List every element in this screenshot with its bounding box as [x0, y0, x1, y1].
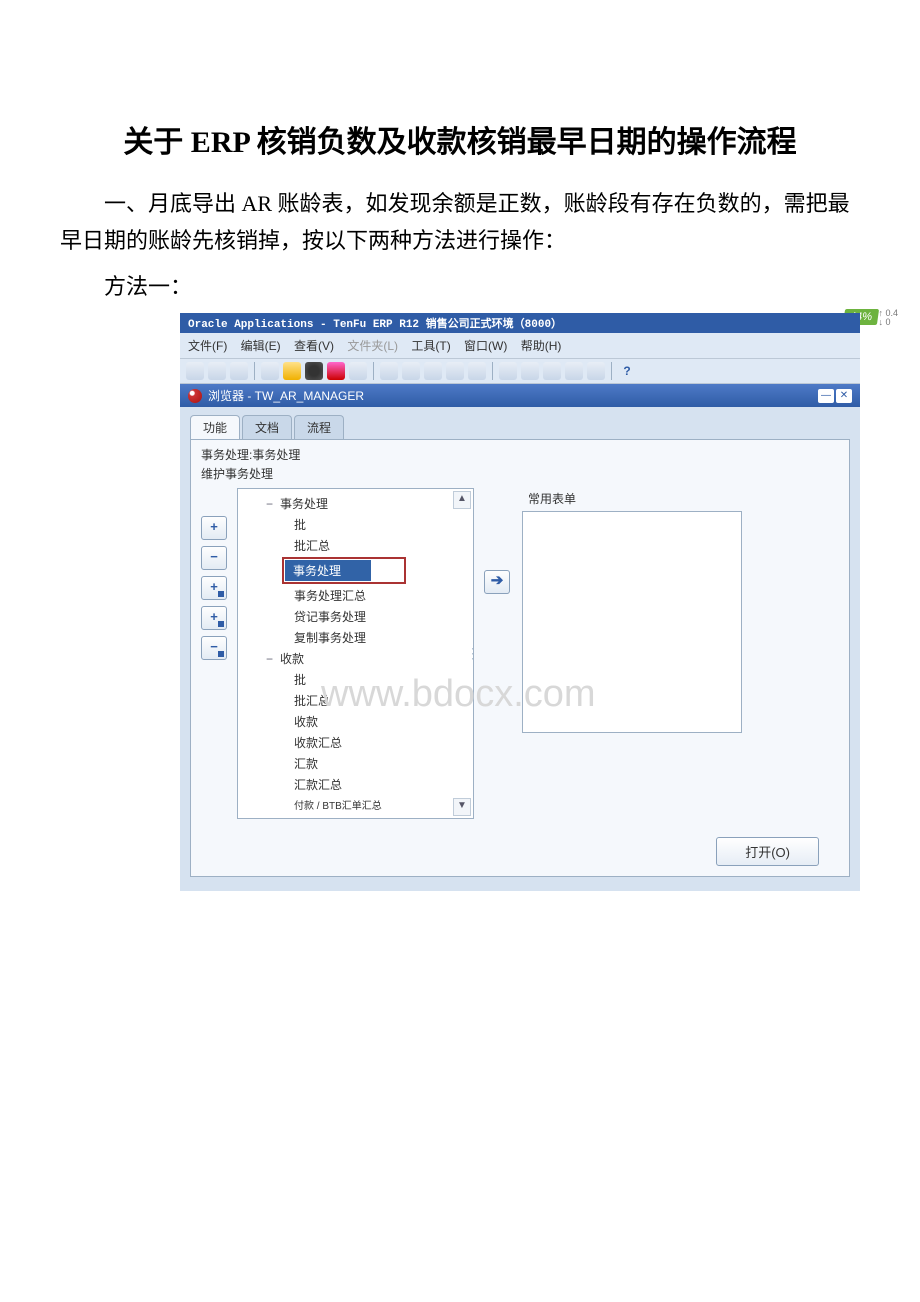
menu-window[interactable]: 窗口(W) [464, 339, 507, 353]
tree-item[interactable]: 汇款 [238, 753, 473, 774]
tree-item[interactable]: 批汇总 [238, 535, 473, 556]
tree-item[interactable]: 贷记事务处理 [238, 606, 473, 627]
cut-icon[interactable] [380, 362, 398, 380]
new-icon[interactable] [186, 362, 204, 380]
favorites-header: 常用表单 [522, 488, 742, 509]
tree-node-receipts[interactable]: −收款 [238, 648, 473, 669]
document-title: 关于 ERP 核销负数及收款核销最早日期的操作流程 [60, 120, 860, 165]
globe-icon [188, 389, 202, 403]
expand-button[interactable]: + [201, 516, 227, 540]
menubar[interactable]: 文件(F) 编辑(E) 查看(V) 文件夹(L) 工具(T) 窗口(W) 帮助(… [180, 333, 860, 359]
embedded-screenshot: ↑ 0.4 ↓ 0 44% Oracle Applications - TenF… [180, 313, 860, 891]
quality-indicator-extra: ↑ 0.4 ↓ 0 [878, 309, 898, 327]
menu-help[interactable]: 帮助(H) [521, 339, 562, 353]
close-form-icon[interactable] [327, 362, 345, 380]
move-right-button[interactable]: ➔ [484, 570, 510, 594]
scroll-up-icon[interactable]: ▲ [453, 491, 471, 509]
help-icon[interactable]: ? [618, 362, 636, 380]
minimize-icon[interactable]: — [818, 389, 834, 403]
tool-icon[interactable] [349, 362, 367, 380]
clear-icon[interactable] [446, 362, 464, 380]
tab-function[interactable]: 功能 [190, 415, 240, 439]
tree-item-selected[interactable]: 事务处理 [285, 560, 371, 581]
tree-item[interactable]: 收款 [238, 711, 473, 732]
app-titlebar: Oracle Applications - TenFu ERP R12 销售公司… [180, 313, 860, 333]
browser-window-header: 浏览器 - TW_AR_MANAGER — ✕ [180, 384, 860, 407]
tree-item[interactable]: 收款汇总 [238, 732, 473, 753]
scroll-down-icon[interactable]: ▼ [453, 798, 471, 816]
paragraph-intro: 一、月底导出 AR 账龄表，如发现余额是正数，账龄段有存在负数的，需把最早日期的… [60, 185, 860, 260]
collapse-button[interactable]: − [201, 546, 227, 570]
function-tree[interactable]: ▲ −事务处理 批 批汇总 事务处理 事务处理汇总 贷记事务处理 复制事务处理 … [237, 488, 474, 819]
tree-item[interactable]: 事务处理汇总 [238, 585, 473, 606]
paste-icon[interactable] [424, 362, 442, 380]
breadcrumb-sub: 维护事务处理 [201, 465, 839, 482]
tree-item[interactable]: 复制事务处理 [238, 627, 473, 648]
find-icon[interactable] [208, 362, 226, 380]
save-icon[interactable] [261, 362, 279, 380]
expand-all-button[interactable]: + [201, 576, 227, 600]
folder-tools-icon[interactable] [587, 362, 605, 380]
copy-icon[interactable] [402, 362, 420, 380]
tree-node-transactions[interactable]: −事务处理 [238, 493, 473, 514]
edit-icon[interactable] [499, 362, 517, 380]
delete-icon[interactable] [468, 362, 486, 380]
nav-icon[interactable] [230, 362, 248, 380]
resize-handle[interactable] [471, 500, 475, 807]
tree-item[interactable]: 批 [238, 669, 473, 690]
paragraph-method1: 方法一： [60, 268, 860, 305]
tabs: 功能 文档 流程 [190, 415, 850, 439]
breadcrumb: 事务处理:事务处理 [201, 446, 839, 463]
collapse-all-button[interactable]: − [201, 636, 227, 660]
tree-item[interactable]: 批汇总 [238, 690, 473, 711]
translate-icon[interactable] [543, 362, 561, 380]
tree-item[interactable]: 批 [238, 514, 473, 535]
tab-document[interactable]: 文档 [242, 415, 292, 439]
favorites-list[interactable] [522, 511, 742, 733]
browser-title: 浏览器 - TW_AR_MANAGER [208, 387, 364, 404]
menu-edit[interactable]: 编辑(E) [241, 339, 281, 353]
tree-item[interactable]: 付款 / BTB汇单汇总 [238, 795, 473, 814]
open-button[interactable]: 打开(O) [716, 837, 819, 866]
zoom-icon[interactable] [521, 362, 539, 380]
toolbar: ? [180, 359, 860, 384]
print-icon[interactable] [305, 362, 323, 380]
step-icon[interactable] [283, 362, 301, 380]
menu-tools[interactable]: 工具(T) [411, 339, 450, 353]
tree-item[interactable]: 汇款汇总 [238, 774, 473, 795]
menu-view[interactable]: 查看(V) [294, 339, 334, 353]
tab-process[interactable]: 流程 [294, 415, 344, 439]
attach-icon[interactable] [565, 362, 583, 380]
selected-highlight: 事务处理 [282, 557, 406, 584]
close-icon[interactable]: ✕ [836, 389, 852, 403]
menu-file[interactable]: 文件(F) [188, 339, 227, 353]
expand-branch-button[interactable]: + [201, 606, 227, 630]
menu-folder: 文件夹(L) [347, 339, 398, 353]
